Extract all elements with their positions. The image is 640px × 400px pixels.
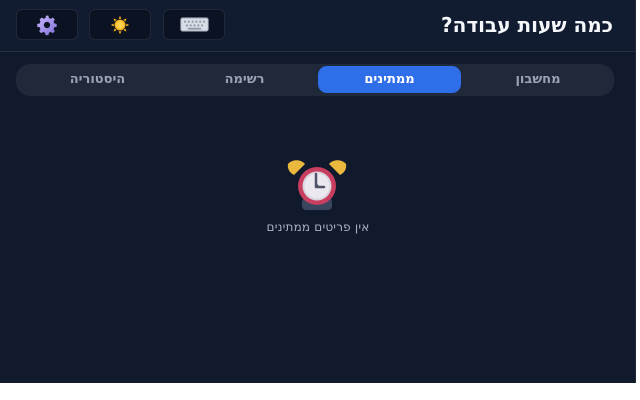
keyboard-button[interactable] [163,9,225,40]
settings-button[interactable] [16,9,78,40]
keyboard-icon [179,15,210,34]
tab-list[interactable]: רשימה [173,66,316,93]
sun-icon [106,14,134,36]
tab-bar: מחשבון ממתינים רשימה היסטוריה [16,64,614,96]
theme-toggle-button[interactable] [89,9,151,40]
alarm-clock-icon [276,158,358,213]
app-window: כמה שעות עבודה? מחשבון ממתינים רשימה היס… [0,0,636,383]
empty-state: אין פריטים ממתינים [0,150,635,240]
tab-pending[interactable]: ממתינים [318,66,461,93]
gear-icon [36,14,58,36]
empty-state-message: אין פריטים ממתינים [266,220,370,234]
header: כמה שעות עבודה? [0,0,635,52]
tab-history[interactable]: היסטוריה [26,66,169,93]
tab-calculator[interactable]: מחשבון [470,66,606,93]
page-title: כמה שעות עבודה? [441,13,613,37]
